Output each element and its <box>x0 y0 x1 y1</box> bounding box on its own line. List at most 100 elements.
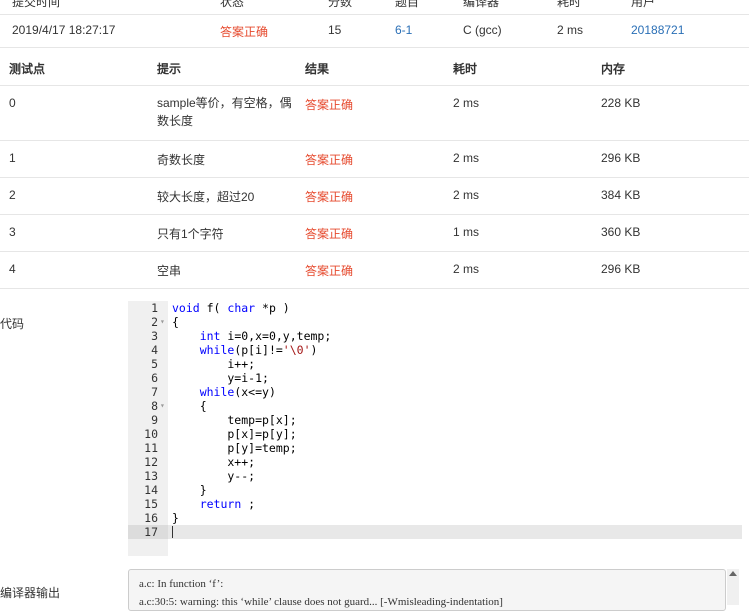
table-row: 3 只有1个字符 答案正确 1 ms 360 KB <box>0 215 749 252</box>
code-text: p[y]=temp; <box>172 441 297 455</box>
code-text: { <box>172 315 179 329</box>
testpoint-result: 答案正确 <box>305 98 354 112</box>
code-line[interactable]: 9 temp=p[x]; <box>128 413 742 427</box>
scroll-up-icon[interactable] <box>729 571 737 576</box>
line-number: 6 <box>151 371 158 385</box>
code-text: } <box>172 483 207 497</box>
code-text: { <box>172 399 207 413</box>
code-editor[interactable]: 1 void f( char *p ) 2 ▾{3 int i=0,x=0,y,tem… <box>128 301 742 556</box>
line-number: 9 <box>151 413 158 427</box>
testpoint-hint: 空串 <box>157 264 182 278</box>
testpoint-hint: 奇数长度 <box>157 153 206 167</box>
line-number: 3 <box>151 329 158 343</box>
code-line[interactable]: 6 y=i-1; <box>128 371 742 385</box>
header-compiler: 编译器 <box>463 0 500 9</box>
table-row: 4 空串 答案正确 2 ms 296 KB <box>0 252 749 289</box>
code-line[interactable]: 14 } <box>128 483 742 497</box>
col-testpoint: 测试点 <box>9 62 46 76</box>
fold-toggle-icon[interactable]: ▾ <box>160 399 165 413</box>
testpoint-time: 1 ms <box>453 225 480 239</box>
code-line[interactable]: 16} <box>128 511 742 525</box>
problem-link[interactable]: 6-1 <box>395 23 412 37</box>
testpoint-memory: 228 KB <box>601 96 641 110</box>
line-number: 2 <box>151 315 158 329</box>
code-line[interactable]: 13 y--; <box>128 469 742 483</box>
code-text: y=i-1; <box>172 371 269 385</box>
code-line[interactable]: 17 <box>128 525 742 539</box>
testpoint-memory: 296 KB <box>601 262 641 276</box>
code-line[interactable]: 4 while(p[i]!='\0') <box>128 343 742 357</box>
line-number: 5 <box>151 357 158 371</box>
line-number: 1 <box>151 301 158 315</box>
header-score: 分数 <box>328 0 353 9</box>
code-text: temp=p[x]; <box>172 413 297 427</box>
code-line[interactable]: 3 int i=0,x=0,y,temp; <box>128 329 742 343</box>
code-text: int i=0,x=0,y,temp; <box>199 329 332 343</box>
testpoint-result: 答案正确 <box>305 153 354 167</box>
code-line[interactable]: 1 void f( char *p ) <box>128 301 742 315</box>
table-row: 0 sample等价，有空格，偶数长度 答案正确 2 ms 228 KB <box>0 86 749 141</box>
testpoint-hint: 较大长度，超过20 <box>157 190 255 204</box>
testpoint-result: 答案正确 <box>305 190 354 204</box>
col-hint: 提示 <box>157 62 182 76</box>
table-row: 2 较大长度，超过20 答案正确 2 ms 384 KB <box>0 178 749 215</box>
code-text: return ; <box>199 497 256 511</box>
testpoint-result: 答案正确 <box>305 264 354 278</box>
line-number: 13 <box>144 469 158 483</box>
line-number: 10 <box>144 427 158 441</box>
code-text: p[x]=p[y]; <box>172 427 297 441</box>
testpoint-hint: 只有1个字符 <box>157 227 224 241</box>
table-row: 1 奇数长度 答案正确 2 ms 296 KB <box>0 141 749 178</box>
submission-header-row: 提交时间 状态 分数 题目 编译器 耗时 用户 <box>0 0 749 9</box>
header-user: 用户 <box>631 0 656 9</box>
testpoint-id: 4 <box>9 262 16 276</box>
code-line[interactable]: 5 i++; <box>128 357 742 371</box>
testpoint-id: 2 <box>9 188 16 202</box>
table-header: 测试点 提示 结果 耗时 内存 <box>0 52 749 86</box>
code-line[interactable]: 15 return ; <box>128 497 742 511</box>
score-value: 15 <box>328 23 342 37</box>
code-text: i++; <box>172 357 256 371</box>
code-text: while(p[i]!='\0') <box>199 343 318 357</box>
line-number: 4 <box>151 343 158 357</box>
submit-time: 2019/4/17 18:27:17 <box>12 23 116 37</box>
testpoint-result: 答案正确 <box>305 227 354 241</box>
col-time: 耗时 <box>453 62 478 76</box>
code-line[interactable]: 8 ▾ { <box>128 399 742 413</box>
text-cursor <box>172 526 173 538</box>
header-submit-time: 提交时间 <box>12 0 61 9</box>
line-number: 8 <box>151 399 158 413</box>
code-text: void f( char *p ) <box>172 301 290 315</box>
status-badge: 答案正确 <box>220 25 269 39</box>
submission-row: 2019/4/17 18:27:17 答案正确 15 6-1 C (gcc) 2… <box>0 15 749 48</box>
testpoint-id: 1 <box>9 151 16 165</box>
header-duration: 耗时 <box>557 0 582 9</box>
fold-toggle-icon[interactable]: ▾ <box>160 315 165 329</box>
testpoint-time: 2 ms <box>453 96 480 110</box>
line-number: 7 <box>151 385 158 399</box>
line-number: 17 <box>128 525 168 539</box>
code-line[interactable]: 11 p[y]=temp; <box>128 441 742 455</box>
line-number: 11 <box>144 441 158 455</box>
testcase-table: 测试点 提示 结果 耗时 内存 0 sample等价，有空格，偶数长度 答案正确… <box>0 52 749 289</box>
col-memory: 内存 <box>601 62 626 76</box>
testpoint-time: 2 ms <box>453 262 480 276</box>
code-text: } <box>172 511 179 525</box>
code-text: while(x<=y) <box>199 385 276 399</box>
code-line[interactable]: 2 ▾ { <box>128 315 742 329</box>
compiler-output-line: a.c: In function ‘f’: <box>139 578 224 590</box>
code-line[interactable]: 7 while(x<=y) <box>128 385 742 399</box>
line-number: 15 <box>144 497 158 511</box>
compiler-value: C (gcc) <box>463 23 502 37</box>
col-result: 结果 <box>305 62 330 76</box>
scrollbar[interactable] <box>727 569 739 605</box>
code-line[interactable]: 10 p[x]=p[y]; <box>128 427 742 441</box>
compiler-output-label: 编译器输出 <box>0 586 61 600</box>
code-line[interactable]: 12 x++; <box>128 455 742 469</box>
testpoint-memory: 296 KB <box>601 151 641 165</box>
testpoint-id: 0 <box>9 96 16 110</box>
user-value: 20188721 <box>631 23 685 37</box>
code-lines[interactable]: 1 void f( char *p ) 2 ▾{3 int i=0,x=0,y,tem… <box>128 301 742 539</box>
testpoint-memory: 384 KB <box>601 188 641 202</box>
line-number: 16 <box>144 511 158 525</box>
